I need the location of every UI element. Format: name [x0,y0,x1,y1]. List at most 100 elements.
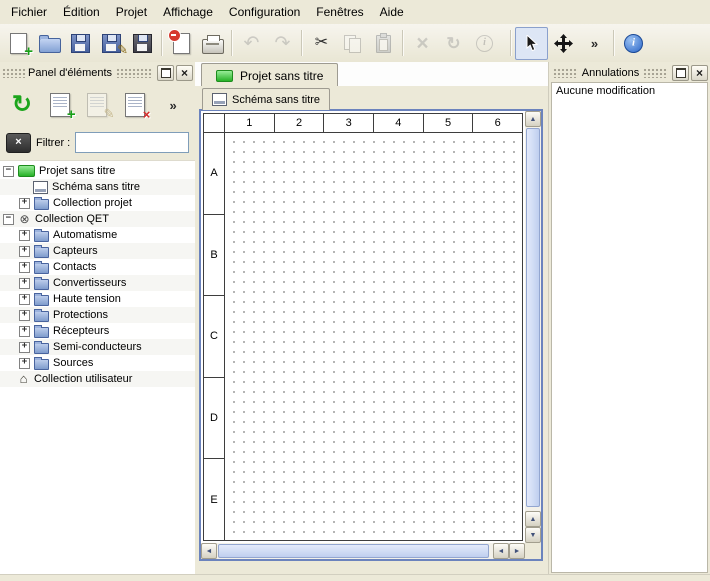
scroll-right-button[interactable] [509,543,525,559]
tree-item-protections[interactable]: Protections [0,307,195,323]
scroll-left-button[interactable] [201,543,217,559]
tree-item-collection-utilisateur[interactable]: Collection utilisateur [0,371,195,387]
clear-filter-button[interactable] [6,133,31,153]
delete-element-icon [125,93,145,117]
float-panel-button[interactable] [157,65,174,81]
elements-panel-header[interactable]: Panel d'éléments [0,64,195,81]
undo-panel-header[interactable]: Annulations [549,64,710,81]
tree-item-semi-conducteurs[interactable]: Semi-conducteurs [0,339,195,355]
tree-item-label: Schéma sans titre [52,181,140,193]
expand-expander-icon[interactable] [19,342,30,353]
expand-expander-icon[interactable] [19,358,30,369]
menu-projet[interactable]: Projet [108,1,155,23]
copy-button[interactable] [337,28,368,59]
collapse-expander-icon[interactable] [3,214,14,225]
scroll-up-button[interactable] [525,511,541,527]
vertical-scrollbar[interactable] [525,111,541,543]
scroll-up-button[interactable] [525,111,541,127]
expand-expander-icon[interactable] [19,246,30,257]
toolbar-overflow-button[interactable]: » [579,28,610,59]
cut-button[interactable] [306,28,337,59]
tree-item-project[interactable]: Projet sans titre [0,163,195,179]
delete-button[interactable] [407,28,438,59]
paste-button[interactable] [368,28,399,59]
diagram-canvas[interactable] [225,133,522,540]
folder-icon [34,199,49,210]
collapse-expander-icon[interactable] [3,166,14,177]
delete-element-button[interactable] [119,89,151,122]
menu-fichier[interactable]: Fichier [3,1,55,23]
menu-configuration[interactable]: Configuration [221,1,308,23]
tree-item-haute-tension[interactable]: Haute tension [0,291,195,307]
print-button[interactable] [197,28,228,59]
menu-aide[interactable]: Aide [372,1,412,23]
expand-expander-icon[interactable] [19,278,30,289]
menu-edition[interactable]: Édition [55,1,108,23]
tree-item-contacts[interactable]: Contacts [0,259,195,275]
ruler-row-label: B [204,215,224,297]
float-panel-button[interactable] [672,65,689,81]
close-file-button[interactable] [166,28,197,59]
dock-drag-handle[interactable] [643,68,668,78]
close-panel-button[interactable] [691,65,708,81]
main-toolbar: » [0,24,710,63]
horizontal-scroll-thumb[interactable] [218,544,489,558]
folder-icon [34,343,49,354]
tree-item-convertisseurs[interactable]: Convertisseurs [0,275,195,291]
element-info-button[interactable] [469,28,500,59]
status-bar [0,574,710,581]
new-file-button[interactable] [3,28,34,59]
dock-drag-handle[interactable] [2,68,26,78]
toolbar-separator [231,30,233,56]
expand-expander-icon[interactable] [19,262,30,273]
tree-item-collection-qet[interactable]: Collection QET [0,211,195,227]
tree-item-recepteurs[interactable]: Récepteurs [0,323,195,339]
new-element-button[interactable] [44,89,76,122]
select-mode-button[interactable] [515,27,548,60]
open-folder-icon [39,38,61,53]
selection-cursor-icon [524,35,539,52]
scroll-left-button[interactable] [493,543,509,559]
rotate-button[interactable] [438,28,469,59]
reload-collections-button[interactable] [6,89,38,122]
menu-fenetres[interactable]: Fenêtres [308,1,371,23]
project-tab[interactable]: Projet sans titre [201,63,338,87]
about-button[interactable] [618,28,649,59]
filter-input[interactable] [75,132,189,153]
undo-button[interactable] [236,28,267,59]
reload-icon [12,93,32,117]
save-button[interactable] [65,28,96,59]
close-panel-button[interactable] [176,65,193,81]
undo-panel-dock: Annulations Aucune modification [548,62,710,575]
tree-item-automatisme[interactable]: Automatisme [0,227,195,243]
panel-overflow-button[interactable]: » [157,89,189,122]
redo-button[interactable] [267,28,298,59]
expand-expander-icon[interactable] [19,294,30,305]
element-info-icon [476,35,493,52]
diagram-tab[interactable]: Schéma sans titre [202,88,330,110]
expand-expander-icon[interactable] [19,198,30,209]
scroll-down-button[interactable] [525,527,541,543]
dock-drag-handle[interactable] [553,68,578,78]
save-all-button[interactable] [127,28,158,59]
save-as-button[interactable] [96,28,127,59]
open-file-button[interactable] [34,28,65,59]
menu-affichage[interactable]: Affichage [155,1,221,23]
edit-element-button[interactable] [82,89,114,122]
tree-item-diagram[interactable]: Schéma sans titre [0,179,195,195]
toolbar-separator [402,30,404,56]
folder-icon [34,327,49,338]
dock-drag-handle[interactable] [116,68,153,78]
vertical-scroll-thumb[interactable] [526,128,540,507]
tree-item-collection-projet[interactable]: Collection projet [0,195,195,211]
expand-expander-icon[interactable] [19,310,30,321]
ruler-row-label: C [204,296,224,378]
project-tab-bar: Projet sans titre [195,62,548,87]
tree-item-capteurs[interactable]: Capteurs [0,243,195,259]
undo-history-list[interactable]: Aucune modification [551,82,708,573]
expand-expander-icon[interactable] [19,230,30,241]
pan-mode-button[interactable] [548,28,579,59]
horizontal-scrollbar[interactable] [201,543,525,559]
tree-item-sources[interactable]: Sources [0,355,195,371]
expand-expander-icon[interactable] [19,326,30,337]
